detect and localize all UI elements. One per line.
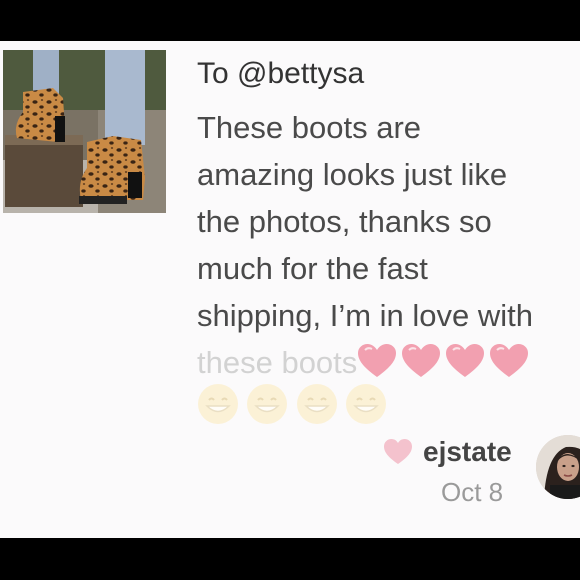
top-letterbox-bar [0,0,580,41]
message-line: shipping, I’m in love with [197,298,533,333]
message-line-text: these boots [197,345,358,380]
heart-emoji-icon [446,344,485,377]
heart-emoji-icon [402,344,441,377]
bottom-letterbox-bar [0,538,580,580]
comment-message: These boots are amazing looks just like … [197,104,580,386]
user-avatar[interactable] [536,435,580,499]
comment-username[interactable]: ejstate [423,436,512,468]
comment-card: To @bettysa These boots are amazing look… [0,41,580,538]
grinning-face-icon [296,384,337,424]
message-line: These boots are [197,110,422,145]
message-line-last: these boots [197,339,580,386]
message-line: much for the fast [197,251,428,286]
grinning-face-icon [198,384,238,424]
emoji-row [197,383,390,425]
grinning-face-icon [346,384,387,424]
heart-emoji-icon [490,344,529,377]
grinning-face-icon [247,384,288,424]
message-line: amazing looks just like [197,157,508,192]
comment-date: Oct 8 [441,477,504,507]
heart-emoji-icon [358,344,397,377]
product-photo[interactable] [3,50,166,213]
message-line: the photos, thanks so [197,204,492,239]
comment-recipient[interactable]: To @bettysa [197,57,364,91]
heart-icon[interactable] [383,438,413,466]
